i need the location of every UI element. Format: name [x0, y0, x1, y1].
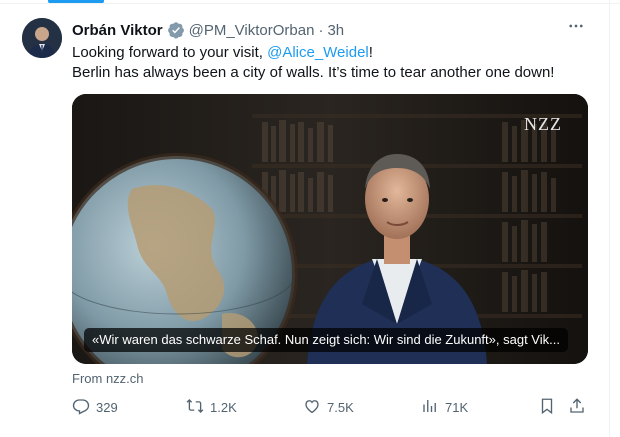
repost-button[interactable]: 1.2K: [186, 397, 237, 417]
views-count: 71K: [445, 399, 469, 415]
link-card[interactable]: NZZ «Wir waren das schwarze Schaf. Nun z…: [72, 94, 588, 364]
heart-icon: [303, 397, 321, 418]
like-count: 7.5K: [327, 399, 354, 415]
tweet[interactable]: Orbán Viktor @PM_ViktorOrban · 3h Lookin…: [0, 0, 610, 437]
tweet-line-2: Berlin has always been a city of walls. …: [72, 64, 555, 81]
reply-icon: [72, 397, 90, 418]
reply-count: 329: [96, 399, 118, 415]
share-button[interactable]: [568, 397, 586, 417]
tweet-text-after: !: [368, 44, 373, 61]
reply-button[interactable]: 329: [72, 397, 118, 417]
action-bar: 329 1.2K 7.5K 71K: [72, 397, 592, 417]
tweet-text: Looking forward to your visit, @Alice_We…: [72, 43, 580, 83]
bookmark-button[interactable]: [538, 397, 556, 417]
views-button[interactable]: 71K: [421, 397, 468, 417]
bookmark-icon: [538, 397, 556, 418]
share-icon: [568, 397, 586, 418]
tweet-header: Orbán Viktor @PM_ViktorOrban · 3h: [72, 20, 590, 40]
card-caption: «Wir waren das schwarze Schaf. Nun zeigt…: [84, 328, 568, 352]
separator-dot: ·: [318, 21, 324, 39]
like-button[interactable]: 7.5K: [303, 397, 354, 417]
timestamp[interactable]: 3h: [327, 22, 344, 39]
tweet-text-before: Looking forward to your visit,: [72, 44, 268, 61]
more-icon[interactable]: [564, 16, 588, 36]
views-icon: [421, 397, 439, 418]
avatar[interactable]: [22, 18, 62, 58]
card-source[interactable]: From nzz.ch: [72, 371, 144, 386]
repost-icon: [186, 397, 204, 418]
mention-link[interactable]: @Alice_Weidel: [267, 44, 369, 61]
repost-count: 1.2K: [210, 399, 237, 415]
verified-badge-icon: [167, 21, 185, 39]
author-name[interactable]: Orbán Viktor: [72, 22, 163, 39]
card-image: [72, 94, 588, 364]
nzz-watermark: NZZ: [524, 114, 562, 134]
tweet-line-1: Looking forward to your visit, @Alice_We…: [72, 43, 580, 63]
author-handle[interactable]: @PM_ViktorOrban: [189, 22, 315, 39]
